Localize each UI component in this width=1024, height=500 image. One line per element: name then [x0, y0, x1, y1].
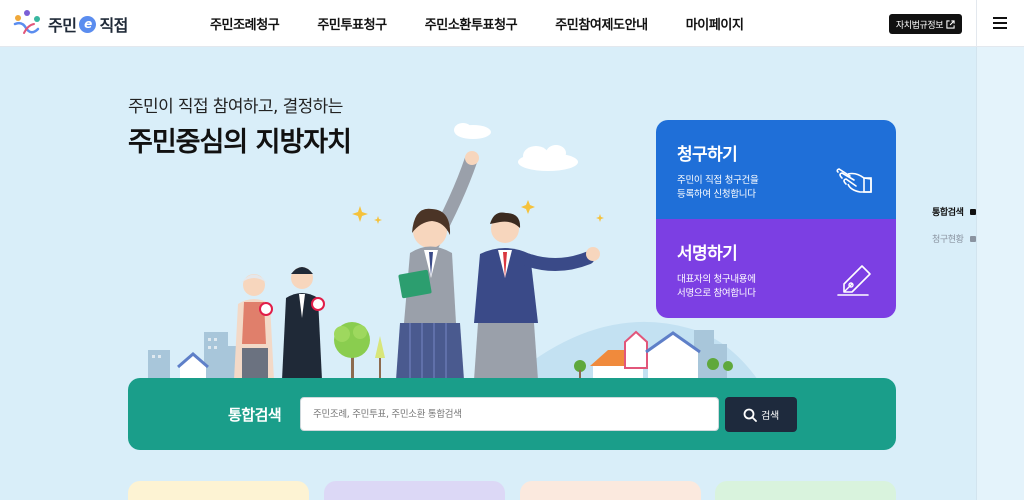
side-nav: 통합검색 청구현황: [932, 205, 976, 259]
side-nav-item-search-label: 통합검색: [932, 208, 964, 218]
search-button-label: 검색: [761, 411, 779, 422]
bottom-card-4[interactable]: [715, 481, 896, 500]
sign-card-description: 대표자의 청구내용에 서명으로 참여합니다: [677, 273, 817, 301]
elder-character: [234, 274, 274, 380]
hand-pointing-icon: [836, 168, 872, 193]
side-nav-item-search[interactable]: 통합검색: [932, 205, 976, 218]
logo-text-left: 주민: [48, 16, 77, 35]
search-button[interactable]: 검색: [725, 397, 797, 432]
sign-card-title: 서명하기: [677, 244, 738, 264]
nav-item-mypage[interactable]: 마이페이지: [686, 14, 744, 33]
hamburger-menu-icon[interactable]: [993, 17, 1007, 29]
site-logo[interactable]: 주민 e 직접: [12, 8, 128, 40]
local-law-info-label: 자치법규정보: [895, 20, 944, 31]
side-nav-item-status-label: 청구현황: [932, 235, 964, 245]
request-card-desc-line1: 주민이 직접 청구건을: [677, 175, 759, 186]
pen-nib-icon: [837, 265, 871, 296]
local-law-info-button[interactable]: 자치법규정보: [889, 14, 962, 34]
search-icon: [743, 408, 757, 422]
side-nav-item-status[interactable]: 청구현황: [932, 232, 976, 245]
sign-card[interactable]: 서명하기 대표자의 청구내용에 서명으로 참여합니다: [656, 219, 896, 318]
site-header: 주민 e 직접 주민조례청구 주민투표청구 주민소환투표청구 주민참여제도안내 …: [0, 0, 1024, 47]
request-card-desc-line2: 등록하여 신청합니다: [677, 189, 756, 200]
external-link-icon: [946, 19, 955, 29]
header-divider: [976, 0, 977, 47]
search-input[interactable]: [300, 397, 719, 431]
integrated-search-band: 통합검색 검색: [128, 378, 896, 450]
right-rail: [976, 47, 1024, 500]
sign-card-desc-line1: 대표자의 청구내용에: [677, 274, 756, 285]
search-label: 통합검색: [228, 406, 282, 424]
bottom-card-1[interactable]: [128, 481, 309, 500]
logo-wordmark: 주민 e 직접: [48, 12, 128, 36]
nav-item-vote-request[interactable]: 주민투표청구: [317, 14, 387, 33]
nav-item-ordinance-request[interactable]: 주민조례청구: [210, 14, 280, 33]
indicator-icon: [969, 235, 976, 242]
main-nav: 주민조례청구 주민투표청구 주민소환투표청구 주민참여제도안내 마이페이지: [210, 0, 782, 47]
sign-card-desc-line2: 서명으로 참여합니다: [677, 288, 756, 299]
nav-item-recall-vote-request[interactable]: 주민소환투표청구: [425, 14, 518, 33]
bottom-card-3[interactable]: [520, 481, 701, 500]
active-indicator-icon: [969, 208, 976, 215]
logo-text-right: 직접: [99, 16, 128, 35]
hero-subtitle: 주민이 직접 참여하고, 결정하는: [128, 97, 343, 117]
request-card-description: 주민이 직접 청구건을 등록하여 신청합니다: [677, 174, 817, 202]
logo-e-badge: e: [79, 15, 97, 33]
nav-item-participation-guide[interactable]: 주민참여제도안내: [555, 14, 648, 33]
request-card-title: 청구하기: [677, 145, 738, 165]
request-card[interactable]: 청구하기 주민이 직접 청구건을 등록하여 신청합니다: [656, 120, 896, 219]
man-in-suit-character: [282, 267, 325, 380]
student-woman-character: [396, 151, 479, 380]
bottom-card-2[interactable]: [324, 481, 505, 500]
logo-mark-icon: [13, 10, 40, 34]
